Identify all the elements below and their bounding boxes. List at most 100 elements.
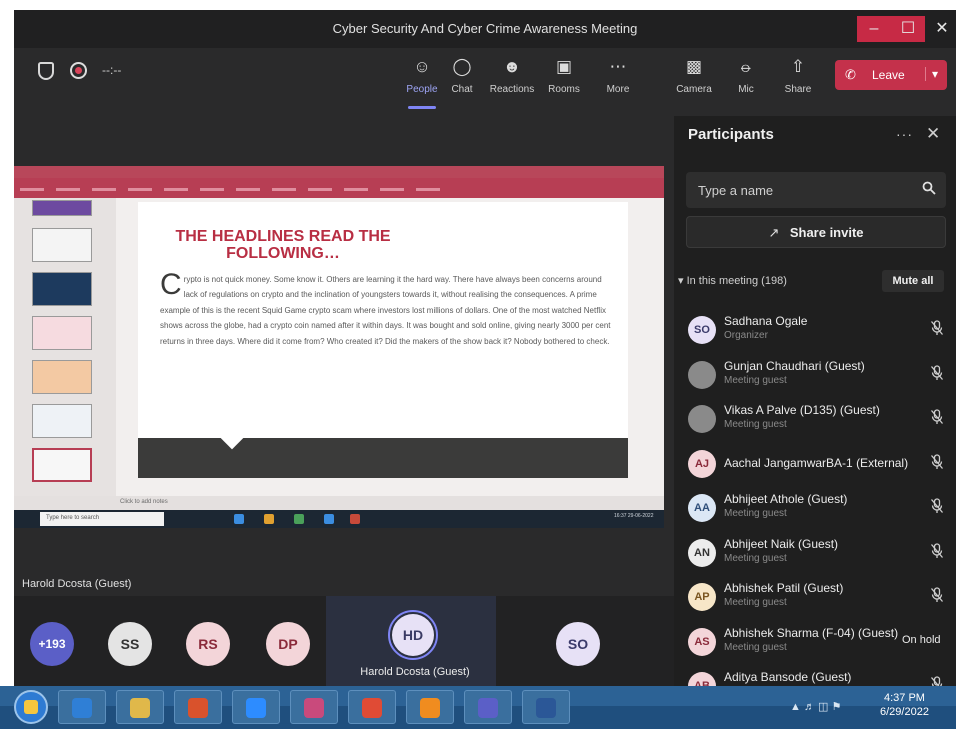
taskbar-app-button[interactable]	[174, 690, 222, 724]
inner-app-icon	[350, 514, 360, 524]
powerpoint-window: THE HEADLINES READ THE FOLLOWING… C rypt…	[14, 166, 664, 528]
reactions-button[interactable]: ☻ Reactions	[486, 56, 538, 95]
participant-status: On hold	[902, 633, 941, 646]
panel-close-button[interactable]: ✕	[926, 124, 940, 144]
minimize-button[interactable]: –	[857, 16, 891, 42]
overflow-count[interactable]: +193	[30, 622, 74, 666]
mic-off-icon[interactable]	[930, 409, 944, 425]
panel-title: Participants	[688, 126, 774, 143]
participant-row[interactable]: AP Abhishek Patil (Guest) Meeting guest	[674, 577, 956, 621]
more-button[interactable]: ⋯ More	[592, 56, 644, 95]
camera-button[interactable]: ▩ Camera	[668, 56, 720, 95]
chat-button[interactable]: ◯ Chat	[436, 56, 488, 95]
participant-row[interactable]: AA Abhijeet Athole (Guest) Meeting guest	[674, 488, 956, 532]
participant-name: Gunjan Chaudhari (Guest)	[724, 358, 865, 373]
camera-label: Camera	[676, 84, 712, 95]
participant-row[interactable]: AS Abhishek Sharma (F-04) (Guest) Meeting …	[674, 622, 956, 666]
mic-off-icon[interactable]	[930, 453, 944, 470]
mic-off-icon[interactable]	[930, 320, 944, 336]
share-invite-icon: ↗	[768, 225, 780, 240]
mic-off-icon[interactable]	[930, 587, 944, 603]
participant-name: Abhishek Patil (Guest)	[724, 581, 844, 595]
more-label: More	[606, 84, 630, 95]
participant-role: Meeting guest	[724, 552, 787, 564]
explorer-icon	[130, 698, 150, 718]
taskbar-app-button[interactable]	[58, 690, 106, 724]
taskbar-app-button[interactable]	[348, 690, 396, 724]
slide-thumbnail	[32, 200, 92, 216]
slide-thumbnail	[32, 404, 92, 438]
start-button[interactable]	[14, 690, 48, 724]
chevron-down-icon[interactable]: ▾	[925, 67, 945, 81]
avatar	[688, 405, 716, 433]
participant-row[interactable]: ABAditya Bansode (Guest)Meeting guest	[674, 666, 956, 686]
taskbar-app-button[interactable]	[116, 690, 164, 724]
participant-role: Meeting guest	[724, 419, 787, 430]
taskbar-app-button[interactable]	[522, 690, 570, 724]
taskbar-app-button[interactable]	[232, 690, 280, 724]
meeting-timer: --:--	[102, 63, 122, 77]
share-button[interactable]: ⇧ Share	[772, 56, 824, 95]
participant-row[interactable]: SO Sadhana Ogale Organizer	[674, 310, 956, 354]
share-invite-button[interactable]: ↗ Share invite	[686, 216, 946, 248]
in-meeting-header[interactable]: ▾ In this meeting (198)	[678, 274, 787, 287]
participant-row[interactable]: Gunjan Chaudhari (Guest) Meeting guest	[674, 355, 956, 399]
close-button[interactable]: ✕	[925, 16, 956, 42]
windows-taskbar: ▲ ♬ ◫ ⚑ 4:37 PM 6/29/2022	[0, 686, 956, 729]
taskbar-app-button[interactable]	[406, 690, 454, 724]
avatar: AP	[688, 583, 716, 611]
maximize-button[interactable]: ☐	[891, 16, 925, 42]
participant-role: Meeting guest	[724, 374, 787, 386]
chat-label: Chat	[451, 84, 473, 95]
mic-off-icon[interactable]	[930, 676, 944, 686]
firefox-icon	[420, 698, 440, 718]
participant-tile[interactable]: SS	[108, 622, 152, 666]
taskbar-clock[interactable]: 4:37 PM 6/29/2022	[880, 691, 929, 719]
powerpoint-ribbon	[14, 178, 664, 198]
title-bar: Cyber Security And Cyber Crime Awareness…	[14, 10, 956, 48]
media-player-icon	[188, 698, 208, 718]
camera-off-icon: ▩	[685, 57, 703, 76]
leave-button[interactable]: ✆ Leave ▾	[835, 60, 947, 90]
taskbar-app-button[interactable]	[290, 690, 338, 724]
phone-icon: ✆	[845, 67, 856, 82]
taskbar-app-button[interactable]	[464, 690, 512, 724]
mic-off-icon[interactable]	[930, 498, 944, 514]
mic-off-icon[interactable]	[930, 364, 944, 381]
participant-row[interactable]: AN Abhijeet Naik (Guest) Meeting guest	[674, 533, 956, 577]
search-icon[interactable]	[922, 181, 936, 195]
participant-row[interactable]: AJ Aachal JangamwarBA-1 (External)	[674, 444, 956, 488]
system-tray[interactable]: ▲ ♬ ◫ ⚑	[790, 700, 841, 713]
slide-body: C rypto is not quick money. Some know it…	[160, 270, 612, 349]
share-icon: ⇧	[790, 57, 806, 76]
mute-all-button[interactable]: Mute all	[882, 270, 944, 292]
participant-role: Organizer	[724, 330, 768, 341]
taskbar-date: 6/29/2022	[880, 706, 929, 718]
mic-button[interactable]: ⦵ Mic	[720, 56, 772, 95]
participant-role: Meeting guest	[724, 641, 787, 653]
inner-app-icon	[324, 514, 334, 524]
mic-label: Mic	[738, 84, 754, 95]
active-speaker-avatar: HD	[392, 614, 434, 656]
inner-app-icon	[294, 514, 304, 524]
rooms-button[interactable]: ▣ Rooms	[538, 56, 590, 95]
snipping-tool-icon	[304, 698, 324, 718]
participant-tile[interactable]: RS	[186, 622, 230, 666]
participant-search-input[interactable]	[698, 180, 908, 200]
panel-more-button[interactable]: ···	[896, 126, 913, 142]
participants-panel: Participants ··· ✕ ↗ Share invite ▾ In t…	[674, 116, 956, 686]
ie-icon	[72, 698, 92, 718]
participant-tile[interactable]: DP	[266, 622, 310, 666]
mic-off-icon[interactable]	[930, 542, 944, 559]
participant-tile[interactable]: SO	[556, 622, 600, 666]
word-icon	[536, 698, 556, 718]
active-speaker-tile[interactable]: HD Harold Dcosta (Guest)	[326, 596, 496, 686]
slide-thumbnail	[32, 360, 92, 394]
meeting-toolbar: --:-- ☺ People ◯ Chat ☻ Reactions ▣ Room…	[14, 48, 956, 116]
participant-name: Abhishek Sharma (F-04) (Guest)	[724, 625, 899, 640]
participant-row[interactable]: Vikas A Palve (D135) (Guest) Meeting gues…	[674, 399, 956, 443]
participant-role: Meeting guest	[724, 597, 787, 608]
rooms-icon: ▣	[555, 57, 573, 76]
participant-name: Abhijeet Naik (Guest)	[724, 536, 839, 551]
reactions-label: Reactions	[489, 84, 535, 95]
